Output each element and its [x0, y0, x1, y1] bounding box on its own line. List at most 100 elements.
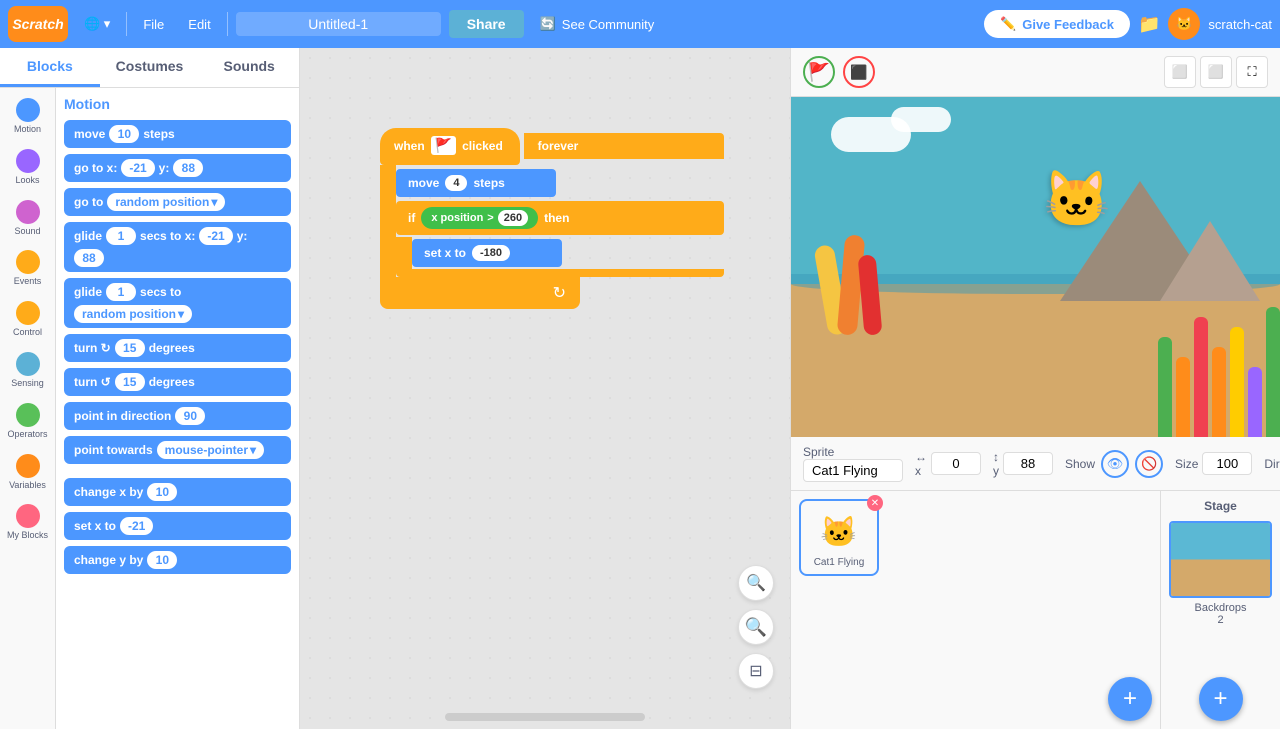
stage-thumbnail[interactable] — [1169, 521, 1272, 598]
plant-5 — [1230, 327, 1244, 437]
give-feedback-button[interactable]: ✏️ Give Feedback — [984, 10, 1130, 38]
block-change-y-val[interactable]: 10 — [147, 551, 177, 569]
plant-group — [1158, 307, 1280, 437]
category-motion[interactable]: Motion — [0, 92, 55, 141]
stage-panel-title: Stage — [1169, 499, 1272, 513]
category-myblocks[interactable]: My Blocks — [0, 498, 55, 547]
set-val[interactable]: -180 — [472, 245, 510, 261]
cloud-2 — [891, 107, 951, 132]
category-events[interactable]: Events — [0, 244, 55, 293]
operators-dot — [16, 403, 40, 427]
block-glide-xy[interactable]: glide 1 secs to x: -21 y: 88 — [64, 222, 291, 272]
block-point-dir[interactable]: point in direction 90 — [64, 402, 291, 430]
block-if[interactable]: if x position > 260 then — [396, 201, 724, 235]
play-button[interactable]: 🚩 — [803, 56, 835, 88]
zoom-in-button[interactable]: 🔍 — [738, 565, 774, 601]
avatar[interactable]: 🐱 — [1168, 8, 1200, 40]
block-goto-pos-dropdown[interactable]: random position ▾ — [107, 193, 225, 211]
block-turn-ccw-suffix: degrees — [149, 375, 195, 389]
block-change-x-val[interactable]: 10 — [147, 483, 177, 501]
blocks-list: Motion move 10 steps go to x: -21 y: 88 … — [56, 88, 299, 729]
block-set-x[interactable]: set x to -21 — [64, 512, 291, 540]
block-move-label: move — [74, 127, 105, 141]
zoom-reset-button[interactable]: ⊟ — [738, 653, 774, 689]
x-input[interactable] — [931, 452, 981, 475]
block-move-suffix: steps — [143, 127, 174, 141]
category-sensing[interactable]: Sensing — [0, 346, 55, 395]
block-glide1-val[interactable]: 1 — [106, 227, 136, 245]
block-set-x-canvas[interactable]: set x to -180 — [412, 239, 562, 267]
stop-button[interactable]: ⬛ — [843, 56, 875, 88]
tab-sounds[interactable]: Sounds — [199, 48, 299, 87]
forever-label: forever — [538, 139, 579, 153]
category-control[interactable]: Control — [0, 295, 55, 344]
category-looks[interactable]: Looks — [0, 143, 55, 192]
block-goto-y[interactable]: 88 — [173, 159, 203, 177]
small-stage-button[interactable]: ⬜ — [1164, 56, 1196, 88]
block-point-towards[interactable]: point towards mouse-pointer ▾ — [64, 436, 291, 464]
condition-block[interactable]: x position > 260 — [421, 207, 538, 229]
fullscreen-icon: ⛶ — [1247, 64, 1256, 80]
folder-icon[interactable]: 📁 — [1138, 14, 1160, 35]
block-turn-cw-val[interactable]: 15 — [115, 339, 145, 357]
sprite-name-input[interactable] — [803, 459, 903, 482]
block-turn-cw[interactable]: turn ↻ 15 degrees — [64, 334, 291, 362]
block-turn-ccw-val[interactable]: 15 — [115, 373, 145, 391]
block-turn-ccw[interactable]: turn ↺ 15 degrees — [64, 368, 291, 396]
condition-op: > — [487, 212, 493, 224]
block-move-canvas[interactable]: move 4 steps — [396, 169, 556, 197]
fullscreen-button[interactable]: ⛶ — [1236, 56, 1268, 88]
block-forever[interactable]: forever — [524, 133, 724, 159]
backdrops-count: 2 — [1169, 614, 1272, 626]
block-glide2-val[interactable]: 1 — [106, 283, 136, 301]
block-point-dir-val[interactable]: 90 — [175, 407, 205, 425]
block-move-value[interactable]: 10 — [109, 125, 139, 143]
tab-blocks[interactable]: Blocks — [0, 48, 100, 87]
globe-button[interactable]: 🌐 ▾ — [76, 12, 118, 36]
edit-menu[interactable]: Edit — [180, 13, 218, 36]
block-move[interactable]: move 10 steps — [64, 120, 291, 148]
sprite-close-button[interactable]: ✕ — [867, 495, 883, 511]
block-point-towards-dropdown[interactable]: mouse-pointer ▾ — [157, 441, 264, 459]
zoom-out-button[interactable]: 🔍 — [738, 609, 774, 645]
condition-right[interactable]: 260 — [498, 210, 528, 226]
block-goto-pos[interactable]: go to random position ▾ — [64, 188, 291, 216]
block-glide2-mid: secs to — [140, 285, 181, 299]
size-input[interactable] — [1202, 452, 1252, 475]
block-glide-pos[interactable]: glide 1 secs to random position ▾ — [64, 278, 291, 328]
variables-dot — [16, 454, 40, 478]
normal-stage-button[interactable]: ⬜ — [1200, 56, 1232, 88]
tab-costumes[interactable]: Costumes — [100, 48, 200, 87]
move-val[interactable]: 4 — [445, 175, 467, 191]
block-change-x[interactable]: change x by 10 — [64, 478, 291, 506]
block-hat-flag[interactable]: when 🚩 clicked — [380, 128, 520, 165]
share-button[interactable]: Share — [449, 10, 524, 38]
category-sound[interactable]: Sound — [0, 194, 55, 243]
block-goto-xy[interactable]: go to x: -21 y: 88 — [64, 154, 291, 182]
see-community-button[interactable]: 🔄 See Community — [532, 12, 663, 36]
x-coord-group: ↔ x — [915, 450, 981, 478]
block-glide1-y[interactable]: 88 — [74, 249, 104, 267]
small-stage-icon: ⬜ — [1172, 64, 1188, 80]
y-input[interactable] — [1003, 452, 1053, 475]
file-menu[interactable]: File — [135, 13, 172, 36]
category-operators[interactable]: Operators — [0, 397, 55, 446]
add-backdrop-button[interactable]: + — [1199, 677, 1243, 721]
block-glide2-dropdown[interactable]: random position ▾ — [74, 305, 192, 323]
forever-bottom: ↻ — [380, 277, 580, 309]
show-visible-button[interactable]: 👁 — [1101, 450, 1129, 478]
category-variables[interactable]: Variables — [0, 448, 55, 497]
sprite-item-cat1[interactable]: ✕ 🐱 Cat1 Flying — [799, 499, 879, 576]
project-title-input[interactable] — [236, 12, 441, 36]
add-sprite-button[interactable]: + — [1108, 677, 1152, 721]
show-hidden-button[interactable]: 🚫 — [1135, 450, 1163, 478]
plant-6 — [1248, 367, 1262, 437]
block-goto-x[interactable]: -21 — [121, 159, 154, 177]
block-change-y[interactable]: change y by 10 — [64, 546, 291, 574]
username: scratch-cat — [1208, 17, 1272, 32]
right-panel: 🚩 ⬛ ⬜ ⬜ ⛶ — [790, 48, 1280, 729]
canvas-area[interactable]: when 🚩 clicked forever move 4 — [300, 48, 790, 729]
block-glide1-x[interactable]: -21 — [199, 227, 232, 245]
block-set-x-val[interactable]: -21 — [120, 517, 153, 535]
horizontal-scrollbar[interactable] — [445, 713, 645, 721]
